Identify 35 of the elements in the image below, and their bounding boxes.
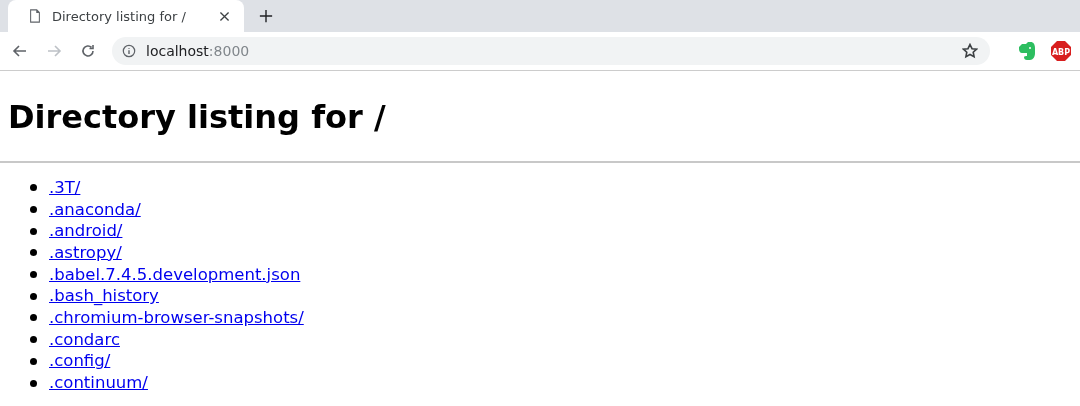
bullet-icon <box>30 336 37 344</box>
info-icon <box>122 44 136 58</box>
file-link[interactable]: .chromium-browser-snapshots/ <box>49 307 304 328</box>
tab-title: Directory listing for / <box>52 8 187 24</box>
bullet-icon <box>30 357 37 365</box>
bullet-icon <box>30 227 37 235</box>
browser-tab[interactable]: Directory listing for / <box>8 0 244 32</box>
bullet-icon <box>30 271 37 279</box>
page-heading: Directory listing for / <box>8 97 386 138</box>
back-arrow-icon <box>12 43 28 59</box>
file-link[interactable]: .condarc <box>49 329 120 350</box>
file-link[interactable]: .astropy/ <box>49 242 122 263</box>
file-link[interactable]: .3T/ <box>49 177 81 198</box>
forward-arrow-icon <box>46 43 62 59</box>
url-text: localhost:8000 <box>146 43 251 59</box>
file-link[interactable]: .continuum/ <box>49 373 148 394</box>
address-bar[interactable]: localhost:8000 <box>112 37 990 65</box>
file-link[interactable]: .anaconda/ <box>49 199 141 220</box>
bullet-icon <box>30 206 37 214</box>
bullet-icon <box>30 292 37 300</box>
file-link[interactable]: .bash_history <box>49 286 159 307</box>
plus-icon <box>259 9 273 23</box>
adblock-icon[interactable]: ABP <box>1050 40 1072 62</box>
bullet-icon <box>30 249 37 257</box>
file-link[interactable]: .config/ <box>49 351 111 372</box>
star-icon <box>962 43 978 59</box>
bullet-icon <box>30 184 37 192</box>
bullet-icon <box>30 314 37 322</box>
bullet-icon <box>30 379 37 387</box>
document-icon <box>28 9 42 23</box>
reload-icon <box>80 43 96 59</box>
bookmark-button[interactable] <box>960 41 980 61</box>
file-link[interactable]: .android/ <box>49 221 123 242</box>
file-link[interactable]: .babel.7.4.5.development.json <box>49 264 301 285</box>
close-icon <box>217 9 231 23</box>
